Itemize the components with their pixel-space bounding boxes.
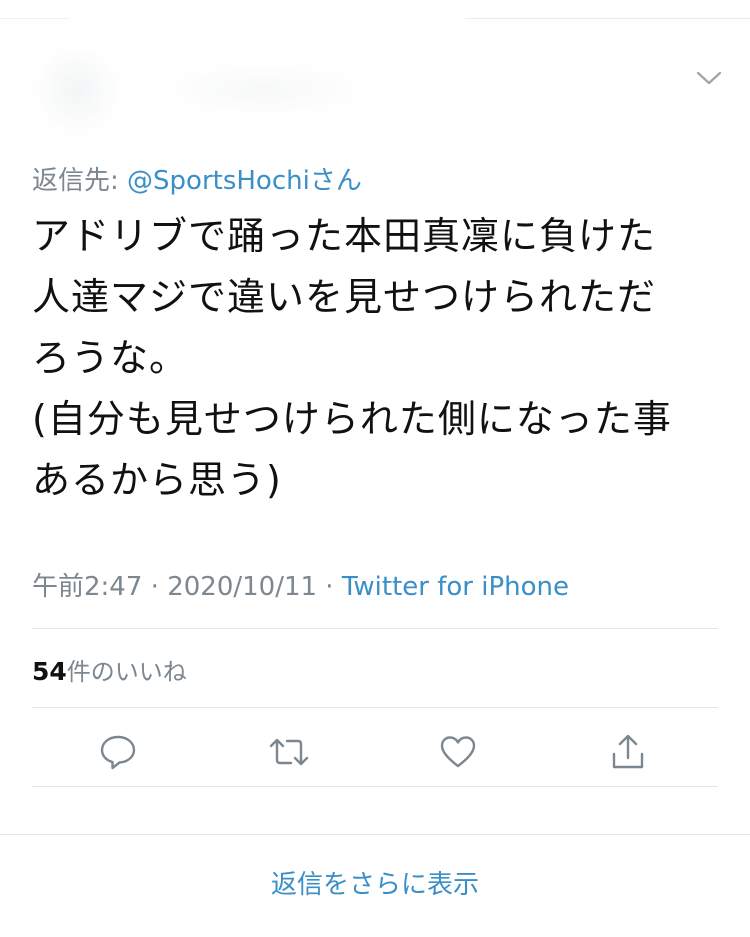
- tweet-meta: 午前2:47 · 2020/10/11 · Twitter for iPhone: [32, 566, 569, 603]
- share-button[interactable]: [606, 730, 650, 774]
- author-name-blurred[interactable]: [150, 60, 380, 120]
- show-more-replies-link[interactable]: 返信をさらに表示: [0, 864, 750, 901]
- top-divider-left: [0, 18, 70, 19]
- reply-to-line: 返信先: @SportsHochiさん: [32, 160, 362, 197]
- avatar[interactable]: [30, 40, 125, 140]
- reply-button[interactable]: [96, 730, 140, 774]
- likes-count-link[interactable]: 54件のいいね: [32, 652, 187, 687]
- comment-icon: [100, 735, 136, 770]
- retweet-button[interactable]: [267, 730, 311, 774]
- likes-count: 54: [32, 657, 67, 686]
- share-icon: [612, 734, 644, 769]
- tweet-date: 2020/10/11: [167, 572, 318, 602]
- divider: [32, 628, 718, 629]
- tweet-source-link[interactable]: Twitter for iPhone: [342, 572, 569, 602]
- tweet-text: アドリブで踊った本田真凜に負けた 人達マジで違いを見せつけられただ ろうな。 (…: [32, 214, 672, 502]
- reply-to-prefix: 返信先:: [32, 166, 128, 196]
- meta-separator: ·: [142, 572, 168, 602]
- heart-icon: [440, 736, 476, 768]
- like-button[interactable]: [436, 730, 480, 774]
- chevron-down-icon[interactable]: [695, 68, 723, 88]
- divider: [32, 707, 718, 708]
- likes-label: 件のいいね: [66, 658, 187, 686]
- divider: [32, 786, 718, 787]
- retweet-icon: [269, 738, 309, 766]
- meta-separator: ·: [317, 572, 342, 602]
- section-divider: [0, 834, 750, 835]
- tweet-time: 午前2:47: [32, 572, 143, 602]
- top-divider: [465, 18, 750, 19]
- reply-to-handle-link[interactable]: @SportsHochiさん: [127, 166, 362, 196]
